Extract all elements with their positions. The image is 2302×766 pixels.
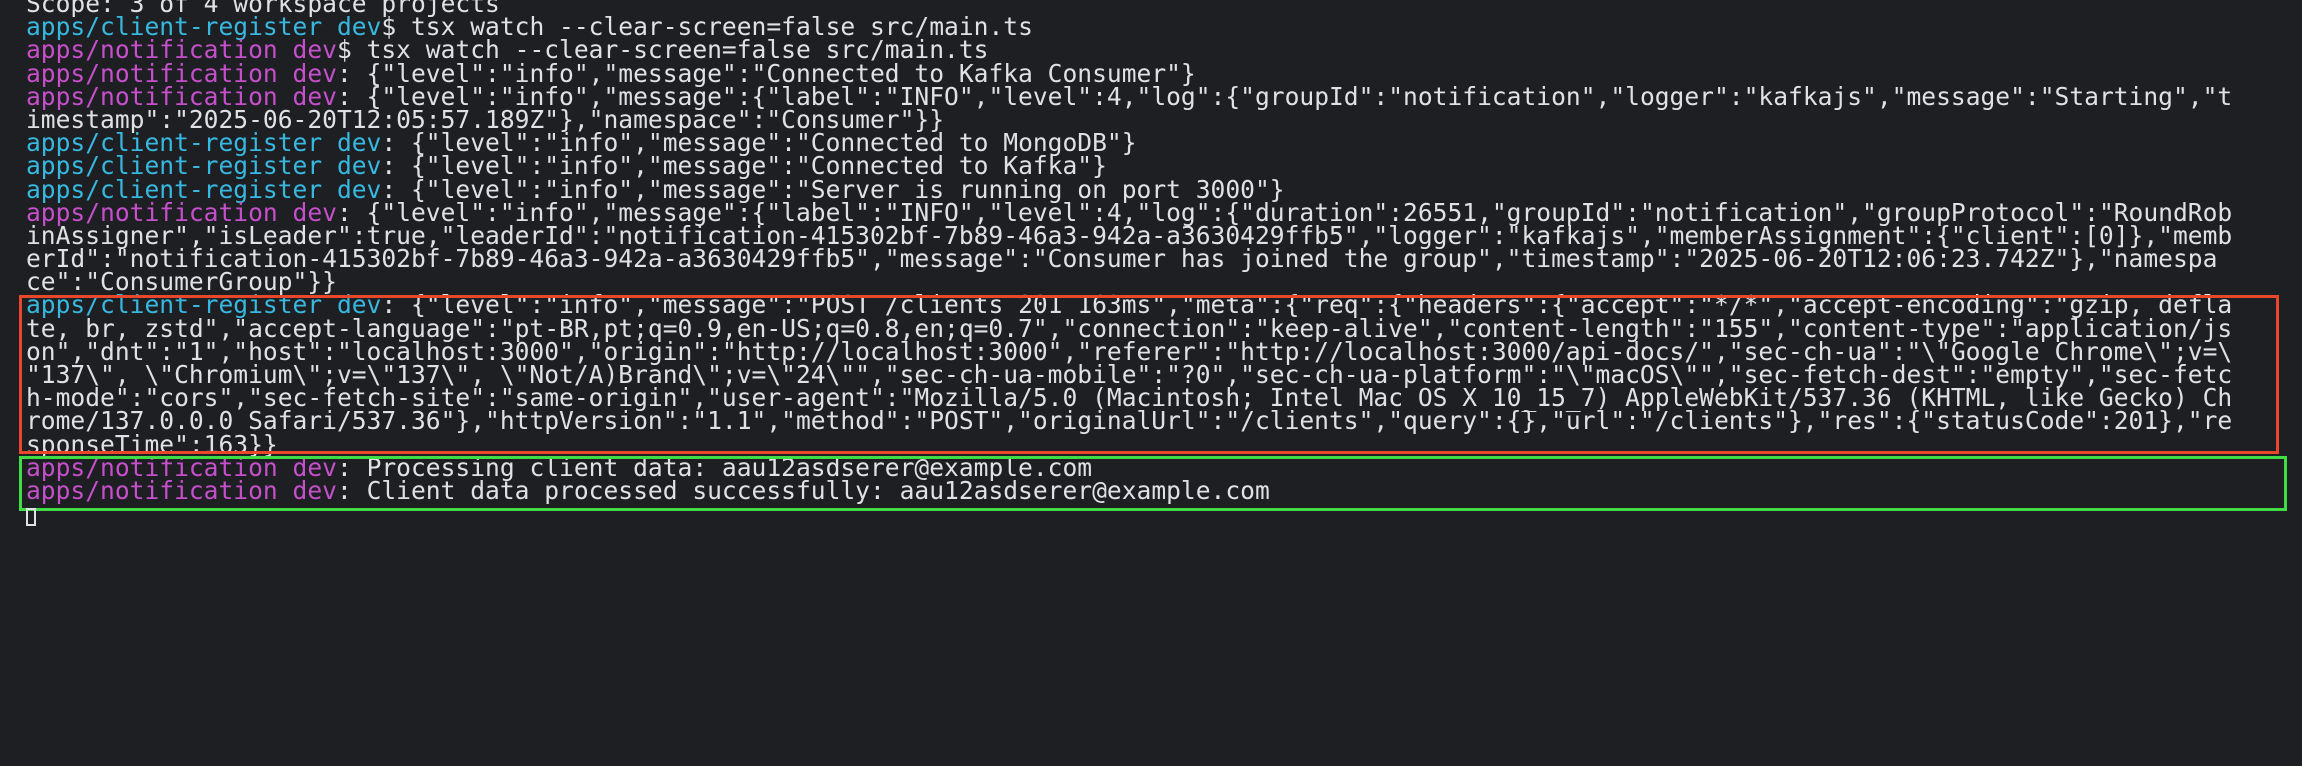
highlight-box-red <box>19 295 2279 454</box>
highlight-box-green <box>19 456 2287 511</box>
log-message: erId":"notification-415302bf-7b89-46a3-9… <box>26 244 2218 274</box>
terminal-cursor <box>26 508 36 526</box>
log-line: erId":"notification-415302bf-7b89-46a3-9… <box>26 244 2288 274</box>
